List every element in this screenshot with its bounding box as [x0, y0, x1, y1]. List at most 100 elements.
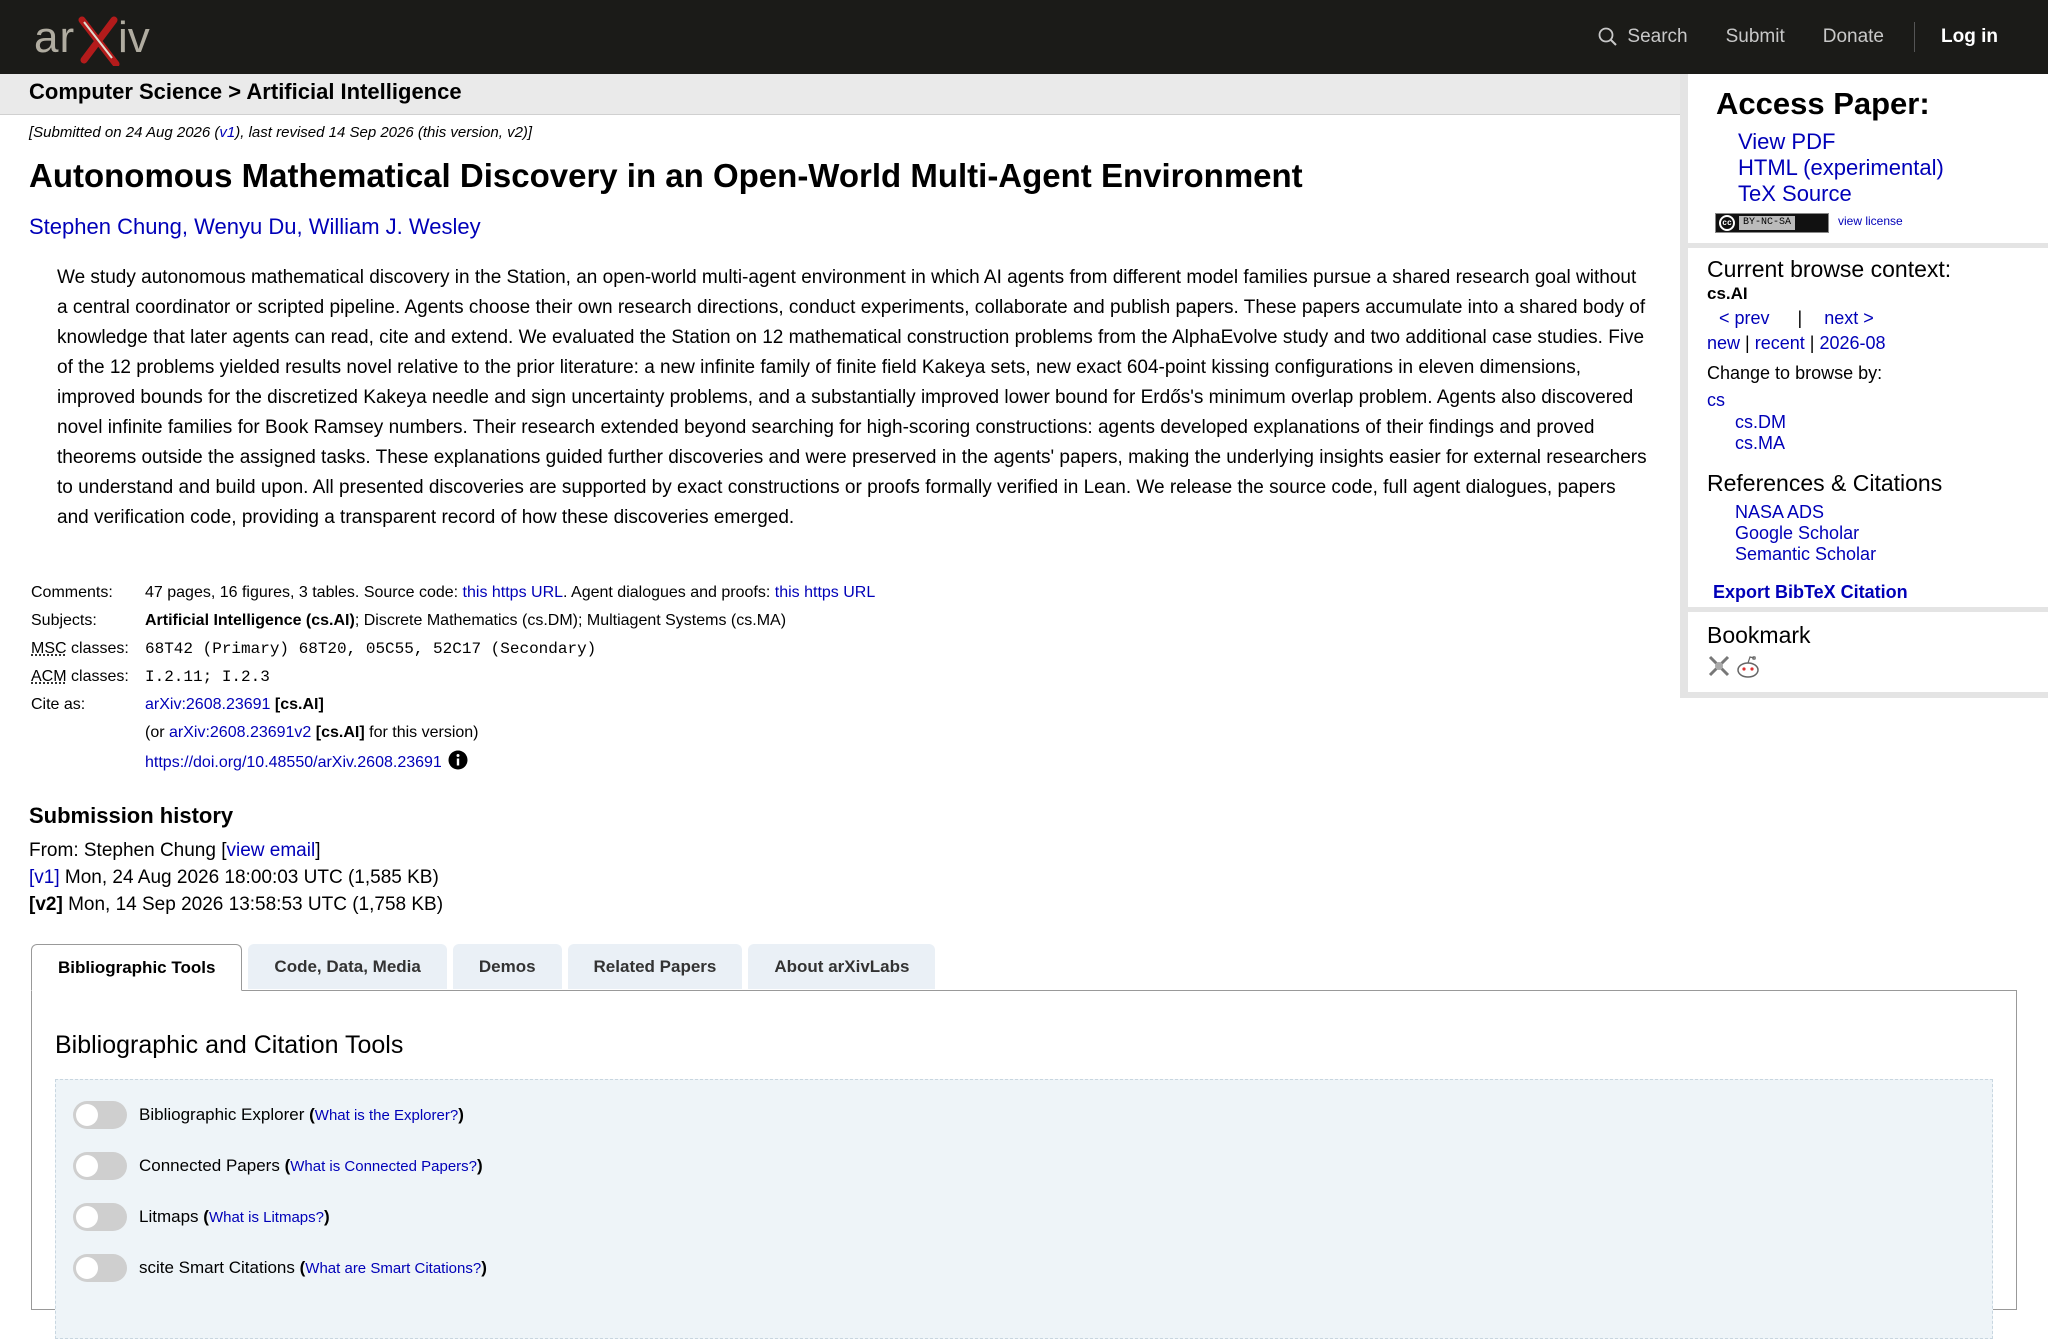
submission-history-title: Submission history — [29, 803, 1649, 829]
access-links: View PDF HTML (experimental) TeX Source — [1738, 129, 1944, 207]
export-bibtex-link[interactable]: Export BibTeX Citation — [1713, 582, 1908, 603]
tex-source-link[interactable]: TeX Source — [1738, 181, 1852, 206]
cite-label: Cite as: — [29, 691, 143, 781]
browse-cs-ma-link[interactable]: cs.MA — [1735, 433, 1785, 454]
v1-history-link[interactable]: [v1] — [29, 867, 60, 888]
tool-help-link[interactable]: What are Smart Citations? — [305, 1260, 481, 1277]
tab-about-arxivlabs[interactable]: About arXivLabs — [748, 944, 935, 989]
paper-main: [Submitted on 24 Aug 2026 (v1), last rev… — [29, 115, 1649, 918]
arxiv-logo[interactable]: ar iv — [32, 12, 162, 66]
html-link[interactable]: HTML (experimental) — [1738, 155, 1944, 180]
cite-row: Cite as: arXiv:2608.23691 [cs.AI] (or ar… — [29, 691, 877, 781]
tool-row: Litmaps (What is Litmaps?) — [73, 1202, 330, 1232]
tab-demos[interactable]: Demos — [453, 944, 562, 989]
browse-cs-link[interactable]: cs — [1707, 390, 1725, 411]
doi-link[interactable]: https://doi.org/10.48550/arXiv.2608.2369… — [145, 754, 442, 771]
cite-version-line: (or arXiv:2608.23691v2 [cs.AI] for this … — [145, 722, 875, 750]
view-email-link[interactable]: view email — [227, 840, 316, 861]
tool-help-link[interactable]: What is Connected Papers? — [290, 1158, 477, 1175]
breadcrumb: Computer Science > Artificial Intelligen… — [0, 74, 1680, 115]
tab-bibliographic-tools[interactable]: Bibliographic Tools — [31, 944, 242, 991]
view-license-link[interactable]: view license — [1838, 214, 1903, 228]
tool-help-link[interactable]: What is the Explorer? — [315, 1107, 458, 1124]
dateline-pre: [Submitted on 24 Aug 2026 ( — [29, 124, 219, 141]
cite-value: arXiv:2608.23691 [cs.AI] (or arXiv:2608.… — [143, 691, 877, 781]
sidebar: Access Paper: View PDF HTML (experimenta… — [1680, 74, 2048, 698]
context-recent: new | recent | 2026-08 — [1707, 333, 1886, 354]
info-icon[interactable] — [448, 750, 468, 770]
doi-line: https://doi.org/10.48550/arXiv.2608.2369… — [145, 750, 875, 778]
bibsonomy-icon[interactable] — [1707, 654, 1731, 678]
access-paper-box: Access Paper: View PDF HTML (experimenta… — [1688, 74, 2048, 243]
cc-license-badge[interactable]: cc BY-NC-SA — [1715, 213, 1829, 233]
scite-toggle[interactable] — [73, 1254, 127, 1282]
tool-help-link[interactable]: What is Litmaps? — [209, 1209, 324, 1226]
metadata-table: Comments: 47 pages, 16 figures, 3 tables… — [29, 579, 877, 781]
acm-value: I.2.11; I.2.3 — [143, 663, 877, 691]
bookmark-box: Bookmark — [1688, 612, 2048, 692]
reddit-icon[interactable] — [1735, 654, 1761, 680]
cite-v2-tag: [cs.AI] — [316, 724, 365, 741]
paper-title: Autonomous Mathematical Discovery in an … — [29, 158, 1649, 194]
explorer-toggle[interactable] — [73, 1101, 127, 1129]
author-link[interactable]: Wenyu Du — [194, 214, 296, 239]
tool-name: scite Smart Citations — [139, 1258, 295, 1278]
recent-link[interactable]: recent — [1755, 333, 1805, 353]
author-link[interactable]: Stephen Chung — [29, 214, 182, 239]
cite-or-post: for this version) — [365, 724, 479, 741]
author-link[interactable]: William J. Wesley — [309, 214, 481, 239]
tool-row: scite Smart Citations (What are Smart Ci… — [73, 1253, 487, 1283]
cite-v2-link[interactable]: arXiv:2608.23691v2 — [169, 724, 311, 741]
tool-name: Litmaps — [139, 1207, 199, 1227]
semantic-scholar-link[interactable]: Semantic Scholar — [1735, 544, 1876, 564]
from-close: ] — [315, 840, 320, 861]
comments-label: Comments: — [29, 579, 143, 607]
view-pdf-link[interactable]: View PDF — [1738, 129, 1835, 154]
msc-row: MSC classes: 68T42 (Primary) 68T20, 05C5… — [29, 635, 877, 663]
comments-text: 47 pages, 16 figures, 3 tables. Source c… — [145, 584, 463, 601]
tab-code-data-media[interactable]: Code, Data, Media — [248, 944, 446, 989]
donate-link[interactable]: Donate — [1823, 26, 1884, 48]
nav-divider — [1914, 22, 1915, 52]
search-link[interactable]: Search — [1598, 26, 1687, 48]
bookmark-icons — [1707, 654, 1765, 680]
acm-label: ACM classes: — [29, 663, 143, 691]
from-line: From: Stephen Chung [view email] — [29, 837, 1649, 864]
context-current: cs.AI — [1707, 284, 1748, 304]
login-link[interactable]: Log in — [1941, 26, 1998, 48]
svg-text:ar: ar — [34, 13, 75, 62]
cite-id-link[interactable]: arXiv:2608.23691 — [145, 696, 270, 713]
nav-bar: | — [1798, 308, 1803, 328]
author-list: Stephen Chung, Wenyu Du, William J. Wesl… — [29, 214, 1649, 240]
version-line: [v2] Mon, 14 Sep 2026 13:58:53 UTC (1,75… — [29, 891, 1649, 918]
v1-link[interactable]: v1 — [219, 124, 235, 141]
comments-row: Comments: 47 pages, 16 figures, 3 tables… — [29, 579, 877, 607]
nasa-ads-link[interactable]: NASA ADS — [1735, 502, 1824, 522]
cite-tag: [cs.AI] — [275, 696, 324, 713]
search-icon — [1598, 27, 1618, 47]
litmaps-toggle[interactable] — [73, 1203, 127, 1231]
access-title: Access Paper: — [1716, 86, 1930, 122]
tab-related-papers[interactable]: Related Papers — [568, 944, 743, 989]
google-scholar-link[interactable]: Google Scholar — [1735, 523, 1859, 543]
references-title: References & Citations — [1707, 470, 1942, 497]
subjects-row: Subjects: Artificial Intelligence (cs.AI… — [29, 607, 877, 635]
dialogues-link[interactable]: this https URL — [775, 584, 875, 601]
source-code-link[interactable]: this https URL — [463, 584, 563, 601]
prev-link[interactable]: < prev — [1719, 308, 1770, 328]
tool-row: Bibliographic Explorer (What is the Expl… — [73, 1100, 464, 1130]
version-line: [v1] Mon, 24 Aug 2026 18:00:03 UTC (1,58… — [29, 864, 1649, 891]
submit-link[interactable]: Submit — [1726, 26, 1785, 48]
top-nav: Search Submit Donate Log in — [1560, 0, 1998, 74]
next-link[interactable]: next > — [1824, 308, 1874, 328]
connected-papers-toggle[interactable] — [73, 1152, 127, 1180]
new-link[interactable]: new — [1707, 333, 1740, 353]
month-link[interactable]: 2026-08 — [1820, 333, 1886, 353]
acm-row: ACM classes: I.2.11; I.2.3 — [29, 663, 877, 691]
primary-subject: Artificial Intelligence (cs.AI) — [145, 612, 355, 629]
browse-cs-dm-link[interactable]: cs.DM — [1735, 412, 1786, 433]
msc-abbr: MSC — [31, 640, 67, 657]
dateline-post: ), last revised 14 Sep 2026 (this versio… — [235, 124, 532, 141]
other-subjects: ; Discrete Mathematics (cs.DM); Multiage… — [355, 612, 786, 629]
cite-or-pre: (or — [145, 724, 169, 741]
